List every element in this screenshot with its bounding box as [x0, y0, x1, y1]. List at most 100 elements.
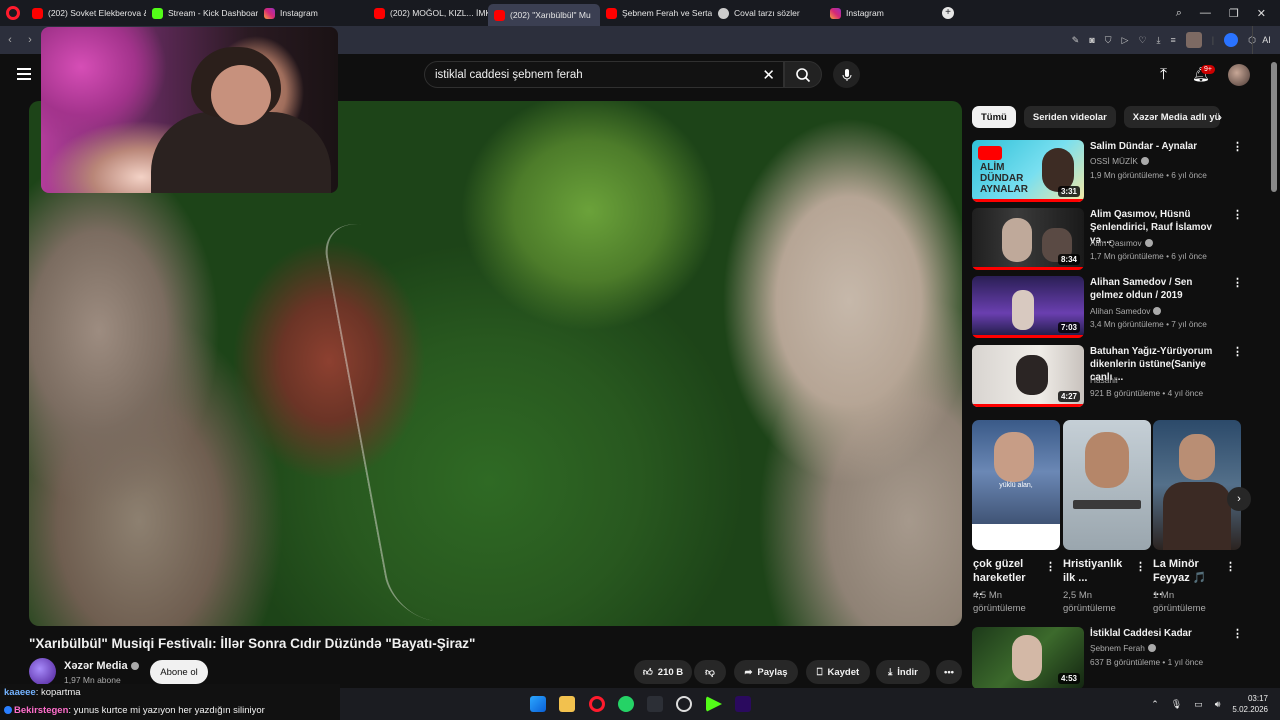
video-thumbnail[interactable]: 8:34: [972, 208, 1084, 270]
browser-tab[interactable]: (202) MOĞOL, KIZL... İMKA: [368, 0, 488, 26]
volume-icon[interactable]: 🔊︎: [1215, 699, 1221, 710]
download-button[interactable]: ⤓ İndir: [876, 660, 930, 684]
related-meta: 3,4 Mn görüntüleme • 7 yıl önce: [1090, 319, 1207, 329]
more-icon[interactable]: ⋮: [1135, 560, 1146, 573]
channel-avatar[interactable]: [29, 658, 56, 685]
related-video[interactable]: 7:03 Alihan Samedov / Sen gelmez oldun /…: [972, 276, 1243, 340]
save-button[interactable]: ⎕ Kaydet: [806, 660, 870, 684]
chevron-right-icon[interactable]: ›: [1218, 110, 1222, 124]
short-thumbnail[interactable]: [1063, 420, 1151, 550]
back-icon[interactable]: ‹: [0, 34, 20, 46]
search-button[interactable]: [784, 61, 822, 88]
browser-tab[interactable]: Coval tarzı sözler: [712, 0, 824, 26]
instagram-icon: [830, 7, 841, 19]
notification-badge: 9+: [1201, 65, 1215, 74]
microphone-icon[interactable]: 🎙︎: [1171, 699, 1182, 710]
whatsapp-icon[interactable]: [618, 696, 634, 712]
related-title: Salim Dündar - Aynalar: [1090, 141, 1198, 152]
browser-tab-active[interactable]: (202) "Xarıbülbül" Mu: [488, 4, 600, 26]
chip-channel[interactable]: Xəzər Media adlı yükle: [1123, 106, 1220, 128]
heart-icon[interactable]: ♡: [1138, 35, 1146, 46]
youtube-icon: [374, 7, 385, 19]
scrollbar[interactable]: [1271, 62, 1277, 192]
kick-icon[interactable]: [706, 696, 722, 712]
menu-icon[interactable]: ≡: [1171, 35, 1176, 45]
channel-name[interactable]: Xəzər Media: [64, 660, 139, 672]
display-icon[interactable]: ▭: [1194, 699, 1203, 710]
avatar[interactable]: [1228, 64, 1250, 86]
related-video[interactable]: 4:53 İstiklal Caddesi Kadar Şebnem Ferah…: [972, 627, 1243, 691]
related-meta: 1,9 Mn görüntüleme • 6 yıl önce: [1090, 170, 1207, 180]
subscribe-button[interactable]: Abone ol: [150, 660, 208, 684]
forward-icon[interactable]: ›: [20, 34, 40, 46]
like-button[interactable]: 👍︎ 210 B: [634, 660, 692, 684]
file-explorer-icon[interactable]: [559, 696, 575, 712]
youtube-icon: [606, 7, 617, 19]
search-input[interactable]: istiklal caddesi şebnem ferah ✕: [424, 61, 784, 88]
more-icon[interactable]: ⋮: [1232, 345, 1243, 358]
more-icon[interactable]: ⋮: [1232, 140, 1243, 153]
toolbar-icons: ✎ ◙ ⛉ ▷ ♡ ⤓ ≡ | ⬡: [1072, 26, 1256, 54]
related-video[interactable]: 4:27 Batuhan Yağız-Yürüyorum dikenlerin …: [972, 345, 1243, 409]
download-icon[interactable]: ⤓: [1157, 35, 1161, 46]
edit-icon[interactable]: ✎: [1072, 35, 1080, 46]
more-actions-button[interactable]: •••: [936, 660, 962, 684]
chevron-up-icon[interactable]: ⌃: [1151, 699, 1159, 710]
profile-avatar[interactable]: [1185, 32, 1202, 48]
extension-icon[interactable]: [1224, 33, 1239, 47]
share-button[interactable]: ➦ Paylaş: [734, 660, 798, 684]
video-thumbnail[interactable]: 7:03: [972, 276, 1084, 338]
opera-logo-icon[interactable]: [6, 6, 20, 20]
youtube-icon: [978, 146, 1002, 160]
obs-icon[interactable]: [676, 696, 692, 712]
verified-icon: [130, 662, 139, 670]
more-icon[interactable]: ⋮: [1045, 560, 1056, 573]
chat-message: Bekirstegen: yunus kurtce mi yazıyon her…: [4, 705, 265, 716]
ai-button[interactable]: AI: [1252, 26, 1280, 54]
related-video[interactable]: 8:34 Alim Qasımov, Hüsnü Şenlendirici, R…: [972, 208, 1243, 272]
browser-tab[interactable]: Instagram: [258, 0, 368, 26]
browser-tab[interactable]: Şebnem Ferah ve Sertab E: [600, 0, 712, 26]
maximize-icon[interactable]: ❐: [1229, 7, 1239, 20]
start-icon[interactable]: [530, 696, 546, 712]
clock[interactable]: 03:17 5.02.2026: [1232, 693, 1268, 715]
related-channel: OSSİ MÜZİK: [1090, 156, 1149, 166]
opera-icon[interactable]: [589, 696, 605, 712]
video-thumbnail[interactable]: 4:27: [972, 345, 1084, 407]
play-icon[interactable]: ▷: [1122, 35, 1129, 46]
minimize-icon[interactable]: —: [1200, 7, 1211, 19]
browser-tab[interactable]: (202) Sovket Elekberova &: [26, 0, 146, 26]
shield-icon[interactable]: ⛉: [1105, 35, 1112, 46]
browser-tab[interactable]: Stream - Kick Dashboard: [146, 0, 258, 26]
search-tabs-icon[interactable]: ⌕: [1176, 7, 1182, 20]
terminal-icon[interactable]: [647, 696, 663, 712]
chip-series[interactable]: Seriden videolar: [1023, 106, 1116, 128]
more-icon[interactable]: ⋮: [1232, 627, 1243, 640]
more-icon[interactable]: ⋮: [1232, 208, 1243, 221]
dislike-button[interactable]: 👎︎: [694, 660, 726, 684]
more-icon[interactable]: ⋮: [1232, 276, 1243, 289]
short-thumbnail[interactable]: [1153, 420, 1241, 550]
video-thumbnail[interactable]: 4:53: [972, 627, 1084, 689]
premiere-icon[interactable]: [735, 696, 751, 712]
more-icon[interactable]: ⋮: [1225, 560, 1236, 573]
stream-chat-overlay: kaaeee: kopartma Bekirstegen: yunus kurt…: [0, 684, 340, 720]
camera-icon[interactable]: ◙: [1089, 35, 1094, 45]
close-icon[interactable]: ✕: [1257, 7, 1266, 20]
related-channel: Şebnem Ferah: [1090, 643, 1156, 653]
upload-icon[interactable]: ⤒: [1160, 66, 1167, 84]
shorts-next-button[interactable]: ›: [1227, 487, 1251, 511]
short-thumbnail[interactable]: yüklü alan,: [972, 420, 1060, 550]
clear-search-icon[interactable]: ✕: [762, 66, 775, 84]
browser-tab[interactable]: Instagram: [824, 0, 936, 26]
new-tab-icon[interactable]: +: [942, 7, 954, 19]
address-bar[interactable]: [335, 30, 1020, 50]
video-title: "Xarıbülbül" Musiqi Festivalı: İllər Son…: [29, 636, 476, 651]
related-video[interactable]: ALİM DÜNDAR AYNALAR 3:31 Salim Dündar - …: [972, 140, 1243, 204]
chip-all[interactable]: Tümü: [972, 106, 1016, 128]
menu-icon[interactable]: [17, 68, 31, 80]
short-title[interactable]: Hristiyanlık ilk ...: [1063, 557, 1127, 585]
video-thumbnail[interactable]: ALİM DÜNDAR AYNALAR 3:31: [972, 140, 1084, 202]
voice-search-button[interactable]: [833, 61, 860, 88]
bookmark-icon: ⎕: [816, 666, 823, 678]
